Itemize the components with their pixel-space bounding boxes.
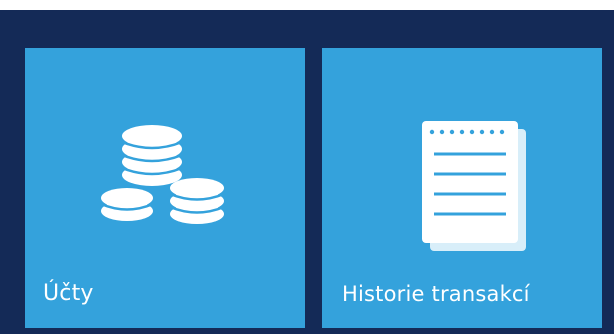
coins-icon (25, 48, 305, 258)
tile-panel: Účty Historie transakcí (0, 10, 614, 334)
transaction-history-label: Historie transakcí (342, 282, 530, 306)
transaction-history-tile[interactable]: Historie transakcí (322, 48, 602, 328)
accounts-label: Účty (43, 281, 94, 306)
notepad-icon (322, 48, 602, 258)
accounts-tile[interactable]: Účty (25, 48, 305, 328)
